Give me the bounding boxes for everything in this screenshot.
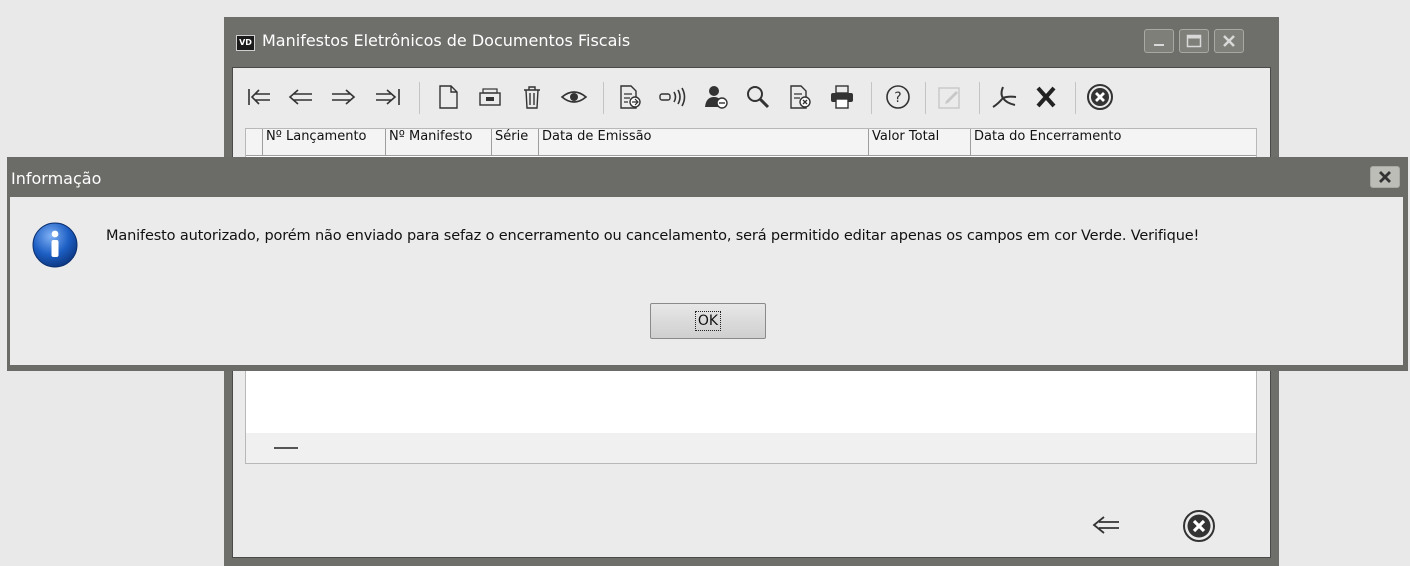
app-logo: VD (236, 35, 255, 51)
archive-button[interactable] (475, 82, 505, 112)
edit-icon (938, 87, 960, 109)
column-header[interactable]: Série (492, 129, 539, 155)
dialog-body: Manifesto autorizado, porém não enviado … (10, 197, 1403, 365)
row-selector-header (246, 129, 263, 155)
help-button[interactable]: ? (883, 82, 913, 112)
ok-button[interactable]: OK (650, 303, 766, 339)
information-dialog: Informação Manifesto autorizado, porém n… (7, 157, 1408, 371)
last-record-button[interactable] (373, 82, 403, 112)
toolbar-separator (603, 82, 604, 114)
bottom-button-bar (233, 498, 1270, 558)
pdf-icon (992, 86, 1017, 108)
ok-button-label: OK (694, 311, 722, 331)
last-record-icon (376, 89, 400, 105)
transmit-button[interactable] (657, 82, 687, 112)
transmit-icon (659, 87, 686, 107)
archive-icon (479, 88, 501, 106)
window-title: Manifestos Eletrônicos de Documentos Fis… (262, 31, 631, 50)
close-x-button[interactable] (1031, 82, 1061, 112)
first-record-button[interactable] (245, 82, 275, 112)
new-button[interactable] (433, 82, 463, 112)
dialog-title: Informação (11, 169, 102, 188)
new-document-icon (439, 85, 458, 109)
toolbar-separator (925, 82, 926, 114)
column-header[interactable]: Data de Emissão (539, 129, 869, 155)
back-button[interactable] (1089, 510, 1119, 540)
bottom-exit-button[interactable] (1181, 508, 1217, 544)
toolbar-separator (871, 82, 872, 114)
document-import-icon (620, 85, 641, 109)
grid-footer (246, 433, 1256, 463)
view-button[interactable] (559, 82, 589, 112)
first-record-icon (248, 89, 270, 105)
column-header[interactable]: Data do Encerramento (971, 129, 1256, 155)
search-button[interactable] (743, 82, 773, 112)
maximize-button[interactable] (1179, 29, 1209, 53)
back-arrow-icon (1092, 516, 1119, 534)
delete-button[interactable] (517, 82, 547, 112)
window-close-button[interactable] (1214, 29, 1244, 53)
toolbar-separator (419, 82, 420, 114)
minimize-button[interactable] (1144, 29, 1174, 53)
exit-button[interactable] (1085, 82, 1115, 112)
user-icon (705, 86, 728, 109)
close-x-icon (1036, 86, 1056, 108)
column-header[interactable]: Valor Total (869, 129, 971, 155)
print-button[interactable] (827, 82, 857, 112)
exit-icon (1087, 84, 1113, 110)
dialog-message: Manifesto autorizado, porém não enviado … (106, 228, 1200, 244)
previous-record-button[interactable] (285, 82, 315, 112)
close-icon (1223, 35, 1235, 47)
user-button[interactable] (701, 82, 731, 112)
previous-record-icon (288, 89, 312, 105)
toolbar: ? (243, 76, 1263, 120)
edit-button[interactable] (935, 82, 965, 112)
pdf-button[interactable] (989, 82, 1019, 112)
delete-icon (524, 86, 540, 109)
import-document-button[interactable] (615, 82, 645, 112)
grid-header: Nº Lançamento Nº Manifesto Série Data de… (246, 129, 1256, 156)
exit-icon (1183, 510, 1215, 542)
toolbar-separator (1075, 82, 1076, 114)
column-header[interactable]: Nº Manifesto (386, 129, 492, 155)
cancel-document-icon (790, 85, 811, 109)
next-record-icon (332, 89, 356, 105)
minimize-icon (1154, 44, 1164, 46)
column-header[interactable]: Nº Lançamento (263, 129, 386, 155)
help-icon: ? (886, 85, 910, 109)
new-row-indicator (274, 447, 298, 449)
cancel-document-button[interactable] (785, 82, 815, 112)
next-record-button[interactable] (329, 82, 359, 112)
svg-text:?: ? (894, 90, 901, 106)
view-icon (560, 91, 588, 103)
search-icon (747, 86, 770, 109)
close-icon (1379, 171, 1391, 183)
window-titlebar[interactable]: VD Manifestos Eletrônicos de Documentos … (224, 17, 1279, 67)
maximize-icon (1186, 34, 1202, 48)
toolbar-separator (979, 82, 980, 114)
print-icon (831, 85, 853, 109)
info-icon (32, 222, 78, 268)
dialog-close-button[interactable] (1370, 166, 1400, 188)
